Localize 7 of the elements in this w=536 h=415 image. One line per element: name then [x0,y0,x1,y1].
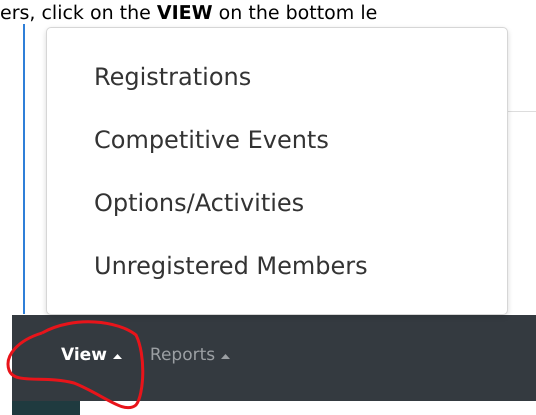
menu-toggle[interactable]: View [61,343,122,369]
instruction-text: ers, click on the VIEW on the bottom le [0,2,378,24]
menu-item[interactable]: Unregistered Members [94,235,368,298]
menu-item[interactable]: Options/Activities [94,172,304,235]
menu-toggle[interactable]: Reports [150,343,230,369]
menu-item[interactable]: Competitive Events [94,109,329,172]
menu-item[interactable]: Registrations [94,46,252,109]
